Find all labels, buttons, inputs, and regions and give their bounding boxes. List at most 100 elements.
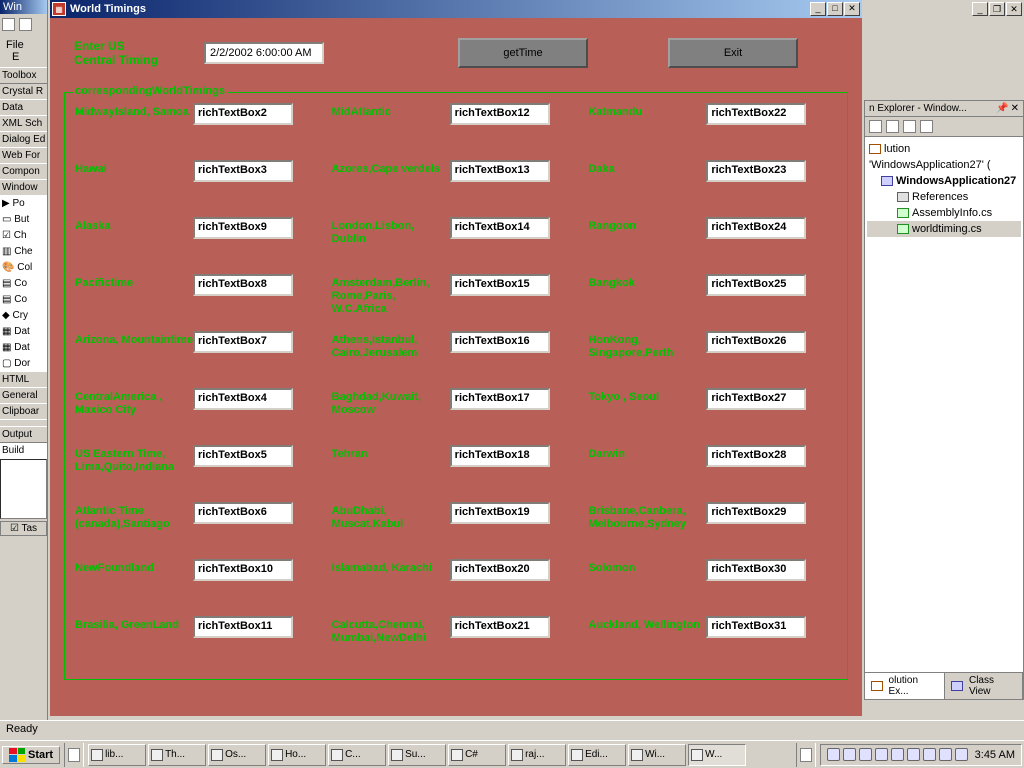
toolbox-tab[interactable]: Data <box>0 100 47 116</box>
timing-output[interactable]: richTextBox19 <box>450 502 550 524</box>
taskbar-item[interactable]: Su... <box>388 744 446 766</box>
toolbox-more[interactable]: HTMLGeneralClipboar <box>0 372 47 420</box>
timing-output[interactable]: richTextBox5 <box>193 445 293 467</box>
ide-menu[interactable]: File E <box>0 35 47 67</box>
timing-output[interactable]: richTextBox31 <box>706 616 806 638</box>
timing-output[interactable]: richTextBox23 <box>706 160 806 182</box>
tray-icon[interactable] <box>907 748 920 761</box>
toolbox-item[interactable]: ▢ Dor <box>0 356 47 372</box>
timing-output[interactable]: richTextBox30 <box>706 559 806 581</box>
solution-tabs[interactable]: olution Ex... Class View <box>865 672 1023 699</box>
timing-output[interactable]: richTextBox7 <box>193 331 293 353</box>
gettime-button[interactable]: getTime <box>458 38 588 68</box>
toolbox-item[interactable]: 🎨 Col <box>0 260 47 276</box>
timing-output[interactable]: richTextBox20 <box>450 559 550 581</box>
tray-icon[interactable] <box>859 748 872 761</box>
toolbox-item[interactable]: ▦ Dat <box>0 324 47 340</box>
tasklist-tab[interactable]: ☑ Tas <box>0 521 47 536</box>
taskbar-item[interactable]: Wi... <box>628 744 686 766</box>
close-button[interactable]: ✕ <box>844 2 860 16</box>
toolbox-tab[interactable]: Compon <box>0 164 47 180</box>
toolbox-item[interactable]: ◆ Cry <box>0 308 47 324</box>
tray-icon[interactable] <box>827 748 840 761</box>
build-combo[interactable]: Build <box>0 443 47 459</box>
timing-output[interactable]: richTextBox2 <box>193 103 293 125</box>
timing-output[interactable]: richTextBox28 <box>706 445 806 467</box>
bg-restore-icon[interactable]: ❐ <box>989 2 1005 16</box>
toolbox-tab[interactable]: General <box>0 388 47 404</box>
timing-output[interactable]: richTextBox21 <box>450 616 550 638</box>
minimize-button[interactable]: _ <box>810 2 826 16</box>
output-pane[interactable] <box>0 459 47 519</box>
tray-icon[interactable] <box>923 748 936 761</box>
taskbar-item[interactable]: Edi... <box>568 744 626 766</box>
timing-output[interactable]: richTextBox26 <box>706 331 806 353</box>
timing-output[interactable]: richTextBox8 <box>193 274 293 296</box>
timing-output[interactable]: richTextBox15 <box>450 274 550 296</box>
solution-explorer[interactable]: n Explorer - Window...📌✕ lution 'Windows… <box>864 100 1024 700</box>
toolbox-item[interactable]: ▤ Co <box>0 292 47 308</box>
exit-button[interactable]: Exit <box>668 38 798 68</box>
timing-output[interactable]: richTextBox10 <box>193 559 293 581</box>
toolbox-tab[interactable]: Dialog Ed <box>0 132 47 148</box>
taskbar-item[interactable]: Ho... <box>268 744 326 766</box>
central-timing-input[interactable] <box>204 42 324 64</box>
toolbox-item[interactable]: ☑ Ch <box>0 228 47 244</box>
timing-output[interactable]: richTextBox24 <box>706 217 806 239</box>
project-node[interactable]: WindowsApplication27 <box>867 173 1021 189</box>
bg-close-icon[interactable]: ✕ <box>1006 2 1022 16</box>
worldtiming-node[interactable]: worldtiming.cs <box>867 221 1021 237</box>
solution-node[interactable]: lution 'WindowsApplication27' ( <box>867 141 1021 173</box>
timing-output[interactable]: richTextBox9 <box>193 217 293 239</box>
timing-output[interactable]: richTextBox6 <box>193 502 293 524</box>
solution-toolbar[interactable] <box>865 117 1023 137</box>
ql-icon[interactable] <box>68 748 80 762</box>
toolbox-tab[interactable]: Web For <box>0 148 47 164</box>
taskbar-item[interactable]: raj... <box>508 744 566 766</box>
timing-output[interactable]: richTextBox16 <box>450 331 550 353</box>
tab-solution-explorer[interactable]: olution Ex... <box>865 673 945 699</box>
tray-icon[interactable] <box>875 748 888 761</box>
toolbox-item[interactable]: ▭ But <box>0 212 47 228</box>
pin-icon[interactable]: 📌 <box>996 103 1008 114</box>
timing-output[interactable]: richTextBox11 <box>193 616 293 638</box>
sol-tool-icon[interactable] <box>920 120 933 133</box>
quick-launch[interactable] <box>64 743 84 767</box>
toolbox-tab[interactable]: Clipboar <box>0 404 47 420</box>
toolbox-tab[interactable]: XML Sch <box>0 116 47 132</box>
timing-output[interactable]: richTextBox29 <box>706 502 806 524</box>
timing-output[interactable]: richTextBox27 <box>706 388 806 410</box>
timing-output[interactable]: richTextBox13 <box>450 160 550 182</box>
toolbox-tab[interactable]: HTML <box>0 372 47 388</box>
toolbox-tabs[interactable]: Crystal RDataXML SchDialog EdWeb ForComp… <box>0 84 47 196</box>
toolbox-item[interactable]: ▥ Che <box>0 244 47 260</box>
bg-minimize-icon[interactable]: _ <box>972 2 988 16</box>
timing-output[interactable]: richTextBox22 <box>706 103 806 125</box>
taskbar-tasks[interactable]: lib...Th...Os...Ho...C...Su...C#raj...Ed… <box>86 744 794 766</box>
taskbar[interactable]: Start lib...Th...Os...Ho...C...Su...C#ra… <box>0 740 1024 768</box>
assemblyinfo-node[interactable]: AssemblyInfo.cs <box>867 205 1021 221</box>
timing-output[interactable]: richTextBox12 <box>450 103 550 125</box>
taskbar-clock[interactable]: 3:45 AM <box>971 749 1015 761</box>
taskbar-item[interactable]: W... <box>688 744 746 766</box>
tray-icon[interactable] <box>891 748 904 761</box>
sol-tool-icon[interactable] <box>903 120 916 133</box>
system-tray[interactable]: 3:45 AM <box>820 744 1022 766</box>
timing-output[interactable]: richTextBox17 <box>450 388 550 410</box>
toolbox-item[interactable]: ▦ Dat <box>0 340 47 356</box>
close-icon[interactable]: ✕ <box>1011 103 1019 114</box>
toolbox-items[interactable]: ▶ Po▭ But☑ Ch▥ Che🎨 Col▤ Co▤ Co◆ Cry▦ Da… <box>0 196 47 372</box>
tray-icon[interactable] <box>843 748 856 761</box>
toolbox-tab[interactable]: Window <box>0 180 47 196</box>
titlebar[interactable]: ▦ World Timings _ □ ✕ <box>50 0 862 18</box>
start-button[interactable]: Start <box>2 746 60 764</box>
timing-output[interactable]: richTextBox25 <box>706 274 806 296</box>
maximize-button[interactable]: □ <box>827 2 843 16</box>
menu-e[interactable]: E <box>8 49 23 65</box>
timing-output[interactable]: richTextBox3 <box>193 160 293 182</box>
timing-output[interactable]: richTextBox14 <box>450 217 550 239</box>
timing-output[interactable]: richTextBox4 <box>193 388 293 410</box>
sol-tool-icon[interactable] <box>886 120 899 133</box>
solution-tree[interactable]: lution 'WindowsApplication27' ( WindowsA… <box>865 137 1023 241</box>
taskbar-item[interactable]: lib... <box>88 744 146 766</box>
